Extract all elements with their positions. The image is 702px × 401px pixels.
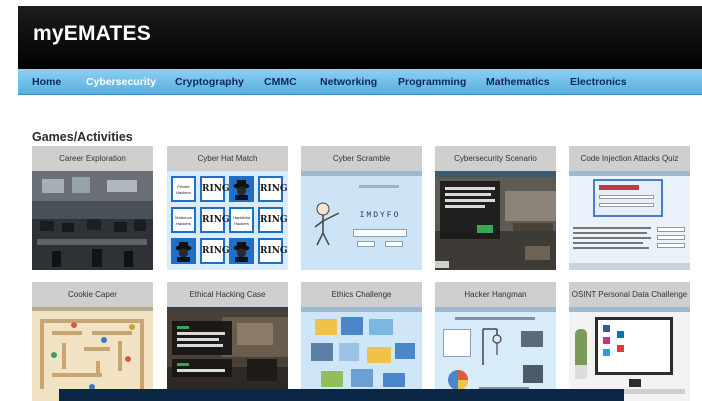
card-hacker-hangman[interactable]: Hacker Hangman bbox=[435, 282, 556, 401]
card-title: Cyber Scramble bbox=[301, 146, 422, 171]
thumbnail-hat-match-grid: Private Hackers RING RING Malicious Hack… bbox=[167, 171, 288, 270]
card-title: Cybersecurity Scenario bbox=[435, 146, 556, 171]
thumbnail-scramble-game: IMDYFO bbox=[301, 171, 422, 270]
thumbnail-office-image bbox=[32, 171, 153, 270]
hacker-icon bbox=[229, 176, 254, 202]
tile-label: Private Hackers bbox=[171, 176, 196, 202]
hacker-icon bbox=[229, 238, 254, 264]
tile-label: Malicious Hackers bbox=[171, 207, 196, 233]
card-title: Cyber Hat Match bbox=[167, 146, 288, 171]
nav-mathematics[interactable]: Mathematics bbox=[486, 76, 550, 88]
card-osint-personal-data-challenge[interactable]: OSINT Personal Data Challenge bbox=[569, 282, 690, 401]
card-ethics-challenge[interactable]: Ethics Challenge bbox=[301, 282, 422, 401]
card-title: Ethical Hacking Case bbox=[167, 282, 288, 307]
thumbnail-hacking-room bbox=[167, 307, 288, 401]
scrambled-word: IMDYFO bbox=[359, 211, 401, 220]
card-title: Career Exploration bbox=[32, 146, 153, 171]
card-cookie-caper[interactable]: Cookie Caper bbox=[32, 282, 153, 401]
stick-figure-icon bbox=[314, 202, 340, 246]
thumbnail-maze bbox=[32, 307, 153, 401]
tile-ring: RING bbox=[200, 176, 230, 202]
nav-cybersecurity[interactable]: Cybersecurity bbox=[86, 76, 156, 88]
tile-ring: RING bbox=[200, 238, 230, 264]
thumbnail-ethics-grid bbox=[301, 307, 422, 401]
tile-label: Hacktivist Hackers bbox=[229, 207, 254, 233]
pie-icon bbox=[448, 370, 468, 390]
site-logo[interactable]: myEMATES bbox=[33, 22, 151, 46]
card-cyber-hat-match[interactable]: Cyber Hat Match Private Hackers RING RIN… bbox=[167, 146, 288, 270]
card-code-injection-attacks-quiz[interactable]: Code Injection Attacks Quiz bbox=[569, 146, 690, 270]
tile-ring: RING bbox=[200, 207, 230, 233]
thumbnail-hangman bbox=[435, 307, 556, 401]
tile-ring: RING bbox=[258, 207, 288, 233]
nav-home[interactable]: Home bbox=[32, 76, 61, 88]
hacker-icon bbox=[171, 238, 196, 264]
thumbnail-quiz bbox=[569, 171, 690, 270]
hangman-icon bbox=[482, 328, 502, 365]
site-header: myEMATES bbox=[18, 6, 702, 69]
section-title: Games/Activities bbox=[32, 130, 133, 144]
nav-programming[interactable]: Programming bbox=[398, 76, 466, 88]
card-title: Code Injection Attacks Quiz bbox=[569, 146, 690, 171]
nav-cryptography[interactable]: Cryptography bbox=[175, 76, 244, 88]
page: myEMATES Home Cybersecurity Cryptography… bbox=[18, 6, 702, 401]
thumbnail-scenario-room bbox=[435, 171, 556, 270]
card-cybersecurity-scenario[interactable]: Cybersecurity Scenario bbox=[435, 146, 556, 270]
main-nav: Home Cybersecurity Cryptography CMMC Net… bbox=[18, 69, 702, 95]
card-title: Hacker Hangman bbox=[435, 282, 556, 307]
tile-ring: RING bbox=[258, 238, 288, 264]
bottom-overlay-bar bbox=[59, 389, 624, 401]
nav-cmmc[interactable]: CMMC bbox=[264, 76, 297, 88]
card-career-exploration[interactable]: Career Exploration bbox=[32, 146, 153, 270]
card-ethical-hacking-case[interactable]: Ethical Hacking Case bbox=[167, 282, 288, 401]
nav-electronics[interactable]: Electronics bbox=[570, 76, 627, 88]
card-title: Ethics Challenge bbox=[301, 282, 422, 307]
thumbnail-osint-desk bbox=[569, 307, 690, 401]
card-cyber-scramble[interactable]: Cyber Scramble IMDYFO bbox=[301, 146, 422, 270]
card-title: Cookie Caper bbox=[32, 282, 153, 307]
card-title: OSINT Personal Data Challenge bbox=[569, 282, 690, 307]
nav-networking[interactable]: Networking bbox=[320, 76, 377, 88]
tile-ring: RING bbox=[258, 176, 288, 202]
